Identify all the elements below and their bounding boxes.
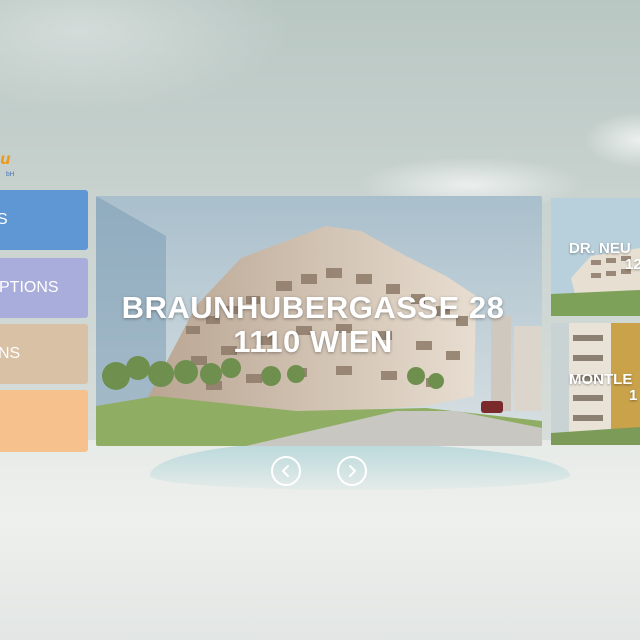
project-title: BRAUNHUBERGASSE 28 xyxy=(121,290,505,325)
menu-item-2-label: PTIONS xyxy=(0,279,59,296)
menu-item-1[interactable]: S xyxy=(0,190,88,250)
vr-scene: u bH S PTIONS NS BRAUNHUBERGASSE 28 1110… xyxy=(0,0,640,640)
menu-item-3-label: NS xyxy=(0,345,21,362)
company-logo: u bH xyxy=(0,150,15,178)
next-button[interactable] xyxy=(337,456,367,486)
project-title: MONTLE xyxy=(569,371,633,388)
project-subtitle: 1 xyxy=(629,387,638,404)
menu-item-1-label: S xyxy=(0,211,8,228)
project-city: 1110 WIEN xyxy=(233,324,393,359)
chevron-right-icon xyxy=(349,465,356,477)
project-subtitle: 12 xyxy=(625,256,640,273)
menu-item-4[interactable] xyxy=(0,390,88,452)
menu-item-3[interactable]: NS xyxy=(0,324,88,384)
menu-item-options[interactable]: PTIONS xyxy=(0,258,88,318)
project-card-dr-neu[interactable]: DR. NEU 12 xyxy=(551,198,640,316)
project-card-braunhubergasse[interactable]: BRAUNHUBERGASSE 28 1110 WIEN xyxy=(96,196,542,446)
project-title: DR. NEU xyxy=(569,240,631,257)
project-card-montle[interactable]: MONTLE 1 xyxy=(551,323,640,445)
previous-button[interactable] xyxy=(271,456,301,486)
chevron-left-icon xyxy=(282,465,289,477)
